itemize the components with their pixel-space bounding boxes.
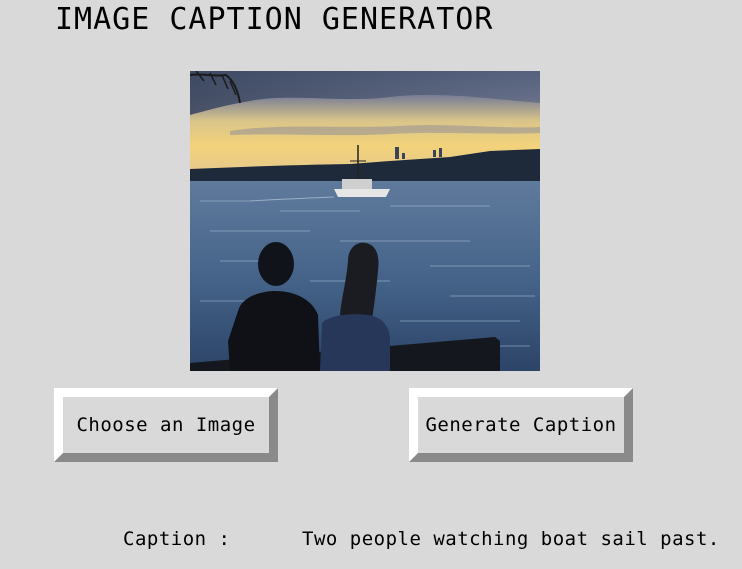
generate-caption-button[interactable]: Generate Caption [409, 388, 633, 462]
selected-image [190, 71, 540, 371]
caption-text: Two people watching boat sail past. [302, 528, 720, 550]
caption-label: Caption : [123, 528, 231, 550]
app-title: IMAGE CAPTION GENERATOR [55, 2, 494, 37]
choose-image-button[interactable]: Choose an Image [54, 388, 278, 462]
